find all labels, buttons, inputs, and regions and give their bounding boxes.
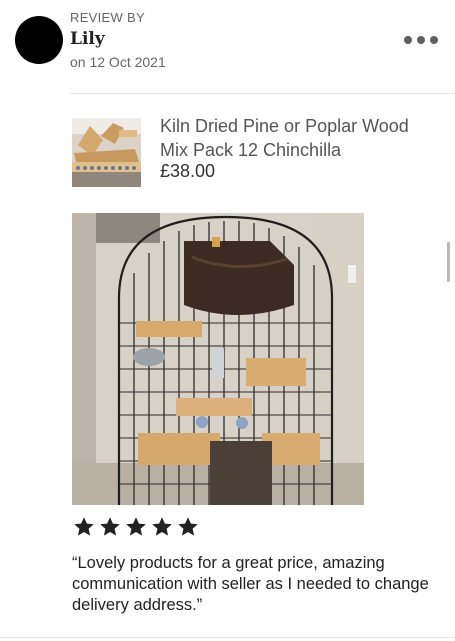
star-icon (126, 517, 146, 536)
product-price: £38.00 (160, 161, 216, 181)
product-thumbnail[interactable] (72, 118, 141, 187)
review-by-label: REVIEW BY (70, 10, 145, 25)
star-icon (100, 517, 120, 536)
footer-divider (0, 637, 455, 638)
more-options-icon[interactable] (404, 31, 438, 49)
more-dot (430, 36, 438, 44)
product-thumbnail-image (72, 118, 141, 187)
review-photo[interactable] (72, 213, 364, 505)
star-icon (178, 517, 198, 536)
scrollbar-thumb[interactable] (447, 242, 450, 282)
more-dot (417, 36, 425, 44)
review-text: “Lovely products for a great price, amaz… (72, 554, 429, 614)
review-date: on 12 Oct 2021 (70, 54, 166, 70)
product-title-link[interactable]: Kiln Dried Pine or Poplar Wood Mix Pack … (160, 114, 440, 162)
star-rating (72, 515, 200, 539)
reviewer-name[interactable]: Lily (70, 29, 105, 49)
header-divider (70, 93, 455, 94)
cage-photo-image (72, 213, 364, 505)
more-dot (404, 36, 412, 44)
reviewer-avatar[interactable] (15, 16, 63, 64)
star-icon (152, 517, 172, 536)
star-icon (74, 517, 94, 536)
